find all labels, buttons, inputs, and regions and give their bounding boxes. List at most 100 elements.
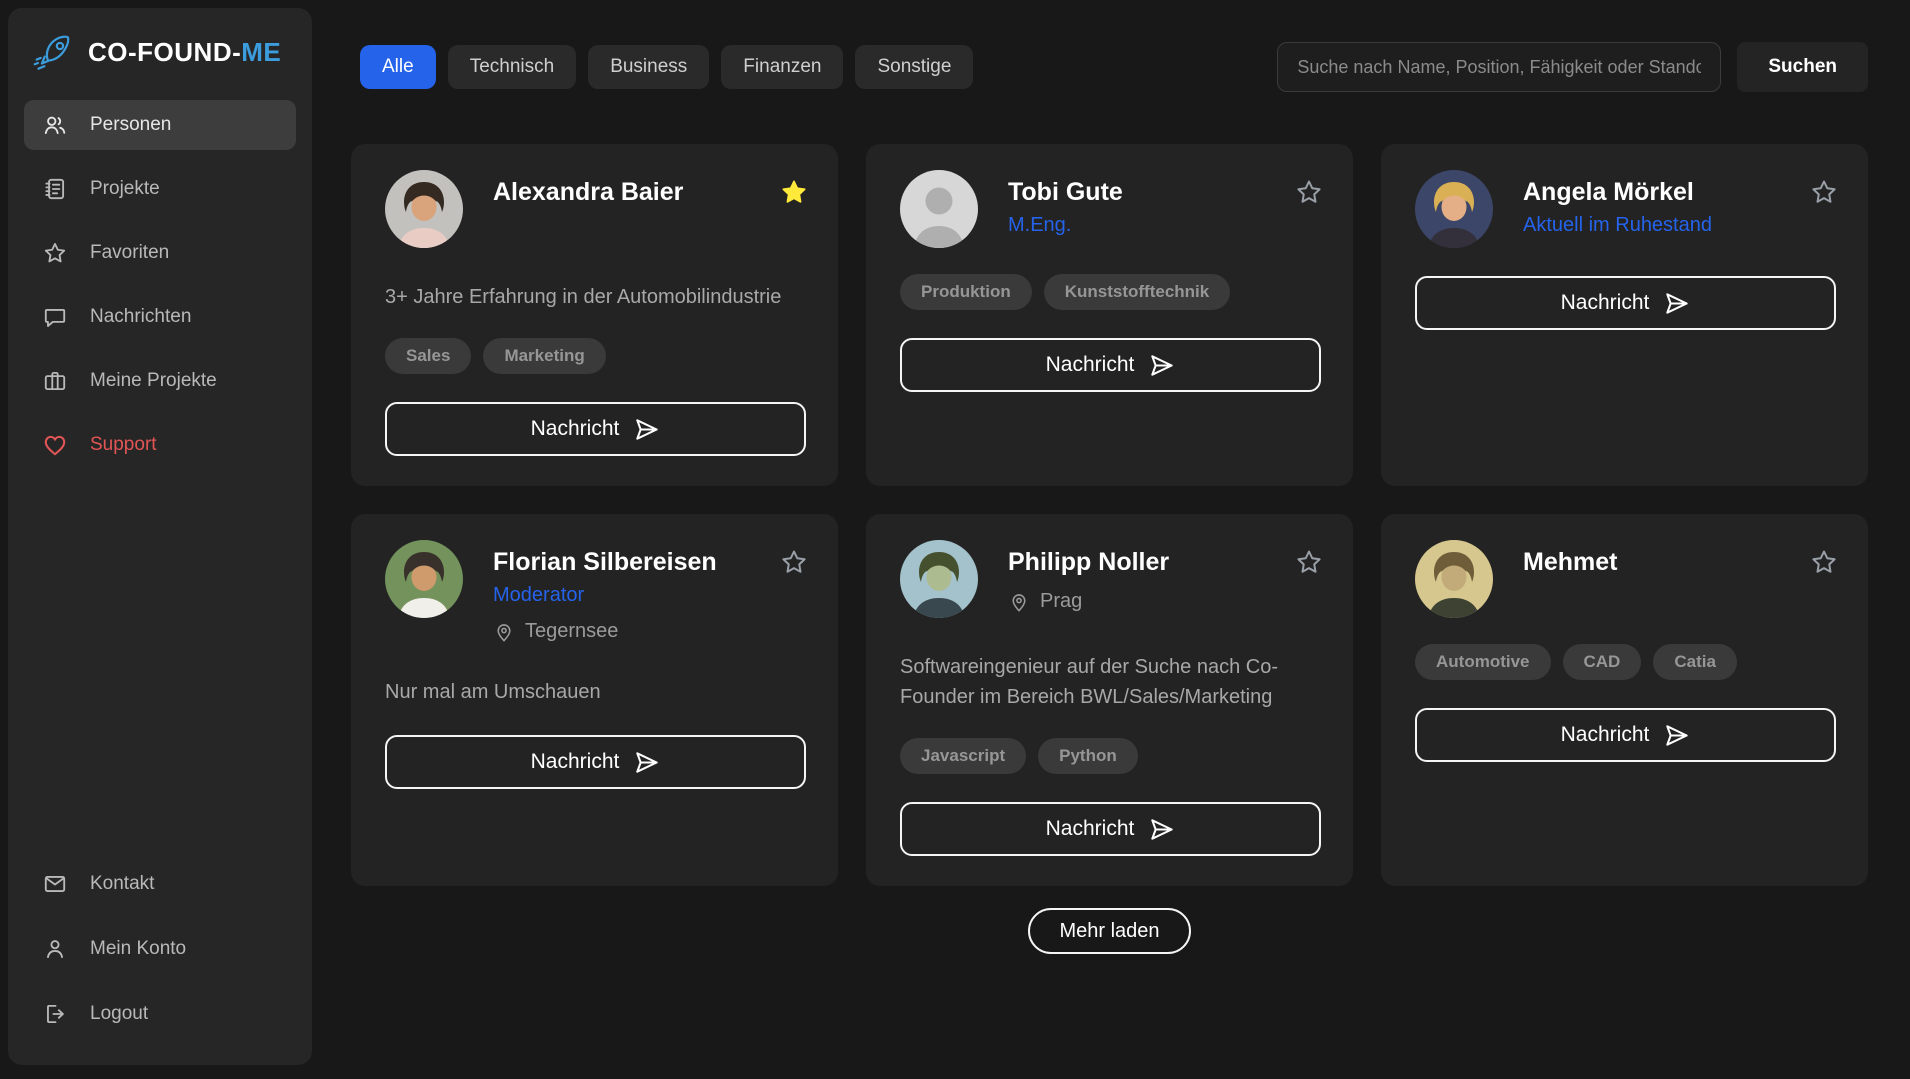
sidebar-footer-nav: Kontakt Mein Konto Logout bbox=[8, 859, 312, 1039]
filter-tab-finanzen[interactable]: Finanzen bbox=[721, 45, 843, 89]
notebook-icon bbox=[42, 176, 68, 202]
card-header: Florian Silbereisen Moderator Tegernsee bbox=[385, 540, 806, 643]
tag-list: Automotive CAD Catia bbox=[1415, 644, 1836, 680]
tag-pill: CAD bbox=[1563, 644, 1642, 680]
briefcase-icon bbox=[42, 368, 68, 394]
tag-pill: Catia bbox=[1653, 644, 1737, 680]
sidebar-item-logout[interactable]: Logout bbox=[24, 989, 296, 1039]
sidebar-item-personen[interactable]: Personen bbox=[24, 100, 296, 150]
person-location: Prag bbox=[1008, 590, 1169, 613]
person-location: Tegernsee bbox=[493, 620, 717, 643]
envelope-icon bbox=[42, 871, 68, 897]
avatar bbox=[900, 170, 978, 248]
person-card: Florian Silbereisen Moderator Tegernsee … bbox=[351, 514, 838, 886]
load-more-row: Mehr laden bbox=[351, 908, 1868, 954]
person-bio: 3+ Jahre Erfahrung in der Automobilindus… bbox=[385, 282, 806, 312]
tag-pill: Automotive bbox=[1415, 644, 1551, 680]
message-button[interactable]: Nachricht bbox=[900, 802, 1321, 856]
tag-pill: Sales bbox=[385, 338, 471, 374]
filter-tab-technisch[interactable]: Technisch bbox=[448, 45, 577, 89]
brand-logo[interactable]: CO-FOUND-ME bbox=[8, 30, 312, 100]
sidebar-item-meine-projekte[interactable]: Meine Projekte bbox=[24, 356, 296, 406]
sidebar-item-mein-konto[interactable]: Mein Konto bbox=[24, 924, 296, 974]
tag-pill: Python bbox=[1038, 738, 1138, 774]
logout-icon bbox=[42, 1001, 68, 1027]
person-name: Mehmet bbox=[1523, 548, 1617, 577]
sidebar-item-kontakt[interactable]: Kontakt bbox=[24, 859, 296, 909]
message-button[interactable]: Nachricht bbox=[385, 402, 806, 456]
favorite-star-icon[interactable] bbox=[778, 176, 810, 208]
location-text: Tegernsee bbox=[525, 620, 618, 643]
rocket-icon bbox=[32, 30, 76, 74]
load-more-button[interactable]: Mehr laden bbox=[1028, 908, 1190, 954]
person-subtitle: Aktuell im Ruhestand bbox=[1523, 214, 1712, 237]
avatar bbox=[1415, 170, 1493, 248]
person-name: Philipp Noller bbox=[1008, 548, 1169, 577]
chat-icon bbox=[42, 304, 68, 330]
tag-list: Produktion Kunststofftechnik bbox=[900, 274, 1321, 310]
people-grid: Alexandra Baier 3+ Jahre Erfahrung in de… bbox=[351, 144, 1868, 886]
card-header: Tobi Gute M.Eng. bbox=[900, 170, 1321, 248]
favorite-star-icon[interactable] bbox=[778, 546, 810, 578]
location-pin-icon bbox=[493, 621, 515, 643]
send-icon bbox=[633, 749, 660, 776]
location-text: Prag bbox=[1040, 590, 1082, 613]
card-header: Philipp Noller Prag bbox=[900, 540, 1321, 618]
filter-tab-sonstige[interactable]: Sonstige bbox=[855, 45, 973, 89]
sidebar-nav: Personen Projekte Favoriten Nachrichten … bbox=[8, 100, 312, 484]
send-icon bbox=[1148, 352, 1175, 379]
avatar bbox=[385, 540, 463, 618]
star-icon bbox=[42, 240, 68, 266]
person-subtitle: Moderator bbox=[493, 584, 717, 607]
message-button-label: Nachricht bbox=[531, 750, 620, 774]
sidebar-item-projekte[interactable]: Projekte bbox=[24, 164, 296, 214]
avatar bbox=[1415, 540, 1493, 618]
avatar bbox=[900, 540, 978, 618]
message-button[interactable]: Nachricht bbox=[900, 338, 1321, 392]
favorite-star-icon[interactable] bbox=[1808, 176, 1840, 208]
message-button[interactable]: Nachricht bbox=[1415, 276, 1836, 330]
person-icon bbox=[42, 936, 68, 962]
person-name: Alexandra Baier bbox=[493, 178, 683, 207]
message-button[interactable]: Nachricht bbox=[385, 735, 806, 789]
sidebar-item-favoriten[interactable]: Favoriten bbox=[24, 228, 296, 278]
brand-name: CO-FOUND-ME bbox=[88, 37, 281, 68]
message-button-label: Nachricht bbox=[1561, 291, 1650, 315]
filter-tab-business[interactable]: Business bbox=[588, 45, 709, 89]
filter-tab-alle[interactable]: Alle bbox=[360, 45, 436, 89]
tag-pill: Marketing bbox=[483, 338, 605, 374]
person-card: Tobi Gute M.Eng. Produktion Kunststoffte… bbox=[866, 144, 1353, 486]
tag-list: Javascript Python bbox=[900, 738, 1321, 774]
send-icon bbox=[1663, 290, 1690, 317]
card-header: Angela Mörkel Aktuell im Ruhestand bbox=[1415, 170, 1836, 248]
sidebar-item-support[interactable]: Support bbox=[24, 420, 296, 470]
person-name: Angela Mörkel bbox=[1523, 178, 1712, 207]
topbar: Alle Technisch Business Finanzen Sonstig… bbox=[351, 42, 1868, 92]
favorite-star-icon[interactable] bbox=[1293, 546, 1325, 578]
search-button[interactable]: Suchen bbox=[1737, 42, 1868, 92]
filter-tabs: Alle Technisch Business Finanzen Sonstig… bbox=[360, 45, 973, 89]
main-content: Alle Technisch Business Finanzen Sonstig… bbox=[312, 0, 1910, 1079]
favorite-star-icon[interactable] bbox=[1293, 176, 1325, 208]
card-header: Mehmet bbox=[1415, 540, 1836, 618]
message-button-label: Nachricht bbox=[531, 417, 620, 441]
message-button-label: Nachricht bbox=[1561, 723, 1650, 747]
sidebar: CO-FOUND-ME Personen Projekte Favoriten … bbox=[8, 8, 312, 1065]
tag-pill: Kunststofftechnik bbox=[1044, 274, 1231, 310]
message-button-label: Nachricht bbox=[1046, 817, 1135, 841]
person-card: Alexandra Baier 3+ Jahre Erfahrung in de… bbox=[351, 144, 838, 486]
person-name: Florian Silbereisen bbox=[493, 548, 717, 577]
users-icon bbox=[42, 112, 68, 138]
person-card: Angela Mörkel Aktuell im Ruhestand Nachr… bbox=[1381, 144, 1868, 486]
avatar bbox=[385, 170, 463, 248]
search-input[interactable] bbox=[1277, 42, 1721, 92]
sidebar-item-nachrichten[interactable]: Nachrichten bbox=[24, 292, 296, 342]
send-icon bbox=[1148, 816, 1175, 843]
search-group: Suchen bbox=[1277, 42, 1868, 92]
heart-icon bbox=[42, 432, 68, 458]
person-name: Tobi Gute bbox=[1008, 178, 1123, 207]
person-card: Mehmet Automotive CAD Catia Nachricht bbox=[1381, 514, 1868, 886]
message-button[interactable]: Nachricht bbox=[1415, 708, 1836, 762]
card-header: Alexandra Baier bbox=[385, 170, 806, 248]
favorite-star-icon[interactable] bbox=[1808, 546, 1840, 578]
